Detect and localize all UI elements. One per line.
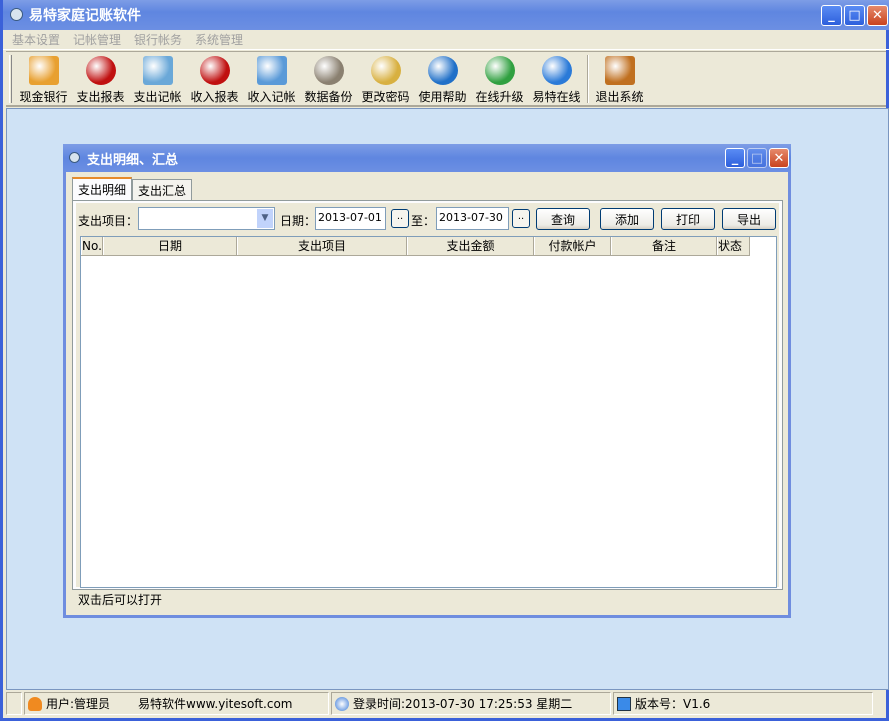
col-date[interactable]: 日期 <box>103 237 237 255</box>
toolbar-label: 使用帮助 <box>418 90 467 104</box>
user-icon <box>28 696 42 711</box>
online-upgrade-icon <box>484 56 515 85</box>
toolbar-button-income-report[interactable]: 收入报表 <box>186 52 243 105</box>
globe-icon <box>335 696 349 711</box>
menu-accounting[interactable]: 记帐管理 <box>73 31 121 48</box>
income-report-icon <box>199 56 230 85</box>
data-backup-icon <box>313 56 344 85</box>
menu-bar: 基本设置 记帐管理 银行帐务 系统管理 <box>3 30 889 50</box>
toolbar-label: 在线升级 <box>475 90 524 104</box>
col-no[interactable]: No. <box>81 237 103 255</box>
tab-panel: 支出项目： ▼ 日期： 2013-07-01 .. 至： 2013-07-30 … <box>72 200 783 590</box>
date-to-picker-button[interactable]: .. <box>512 209 530 228</box>
key-icon <box>370 56 401 85</box>
date-label: 日期： <box>280 213 317 228</box>
date-from-input[interactable]: 2013-07-01 <box>315 207 386 230</box>
query-button[interactable]: 查询 <box>536 208 590 230</box>
exit-icon <box>604 56 635 85</box>
col-amount[interactable]: 支出金额 <box>407 237 534 255</box>
expense-grid[interactable]: No. 日期 支出项目 支出金额 付款帐户 备注 状态 <box>80 236 777 588</box>
monitor-icon <box>617 696 631 711</box>
date-to-input[interactable]: 2013-07-30 <box>436 207 509 230</box>
help-icon <box>427 56 458 85</box>
expense-window: 支出明细、汇总 _ □ ✕ 支出明细 支出汇总 支出项目： ▼ 日期： 2013… <box>63 144 791 618</box>
toolbar: 现金银行 支出报表 支出记帐 收入报表 收入记帐 数据备份 更改密码 使用帮助 在线升级 易特在线… <box>6 51 886 107</box>
toolbar-label: 更改密码 <box>361 90 410 104</box>
to-label: 至： <box>411 213 436 228</box>
add-button[interactable]: 添加 <box>600 208 654 230</box>
chevron-down-icon[interactable]: ▼ <box>257 209 273 228</box>
child-maximize-button: □ <box>747 148 767 168</box>
mdi-area: 支出明细、汇总 _ □ ✕ 支出明细 支出汇总 支出项目： ▼ 日期： 2013… <box>6 108 889 690</box>
toolbar-label: 现金银行 <box>19 90 68 104</box>
toolbar-separator <box>587 55 589 103</box>
status-spacer <box>6 692 22 715</box>
income-entry-icon <box>256 56 287 85</box>
status-version: 版本号：V1.6 <box>635 697 711 711</box>
toolbar-label: 退出系统 <box>595 90 644 104</box>
main-window: 易特家庭记账软件 _ □ ✕ 基本设置 记帐管理 银行帐务 系统管理 现金银行支… <box>0 0 889 721</box>
toolbar-button-data-backup[interactable]: 数据备份 <box>300 52 357 105</box>
toolbar-button-cash-bank[interactable]: 现金银行 <box>15 52 72 105</box>
toolbar-button-expense-report[interactable]: 支出报表 <box>72 52 129 105</box>
tab-expense-detail[interactable]: 支出明细 <box>72 177 133 200</box>
toolbar-button-exit[interactable]: 退出系统 <box>591 52 648 105</box>
expense-report-icon <box>85 56 116 85</box>
status-company: 易特软件www.yitesoft.com <box>138 697 293 711</box>
print-button[interactable]: 打印 <box>661 208 715 230</box>
app-icon <box>10 8 23 21</box>
toolbar-grip[interactable] <box>9 55 12 103</box>
col-status[interactable]: 状态 <box>717 237 750 255</box>
status-login-time: 登录时间:2013-07-30 17:25:53 星期二 <box>353 697 573 711</box>
toolbar-label: 收入报表 <box>190 90 239 104</box>
minimize-button[interactable]: _ <box>821 5 842 26</box>
col-expense-item[interactable]: 支出项目 <box>237 237 407 255</box>
window-icon <box>69 152 80 163</box>
status-user: 用户:管理员 <box>46 697 111 711</box>
toolbar-label: 支出报表 <box>76 90 125 104</box>
toolbar-button-ie[interactable]: 易特在线 <box>528 52 585 105</box>
status-bar: 用户:管理员 易特软件www.yitesoft.com 登录时间:2013-07… <box>6 692 886 717</box>
expense-window-title-bar: 支出明细、汇总 _ □ ✕ <box>63 144 791 172</box>
toolbar-button-expense-entry[interactable]: 支出记帐 <box>129 52 186 105</box>
toolbar-button-income-entry[interactable]: 收入记帐 <box>243 52 300 105</box>
menu-bank[interactable]: 银行帐务 <box>134 31 182 48</box>
expense-item-select[interactable]: ▼ <box>138 207 275 230</box>
expense-entry-icon <box>142 56 173 85</box>
child-minimize-button[interactable]: _ <box>725 148 745 168</box>
toolbar-label: 易特在线 <box>532 90 581 104</box>
tab-expense-summary[interactable]: 支出汇总 <box>132 179 193 200</box>
date-from-picker-button[interactable]: .. <box>391 209 409 228</box>
close-button[interactable]: ✕ <box>867 5 888 26</box>
col-remark[interactable]: 备注 <box>611 237 717 255</box>
toolbar-button-help[interactable]: 使用帮助 <box>414 52 471 105</box>
ie-icon <box>541 56 572 85</box>
toolbar-label: 支出记帐 <box>133 90 182 104</box>
menu-basic-settings[interactable]: 基本设置 <box>12 31 60 48</box>
title-bar: 易特家庭记账软件 _ □ ✕ <box>3 0 889 30</box>
export-button[interactable]: 导出 <box>722 208 776 230</box>
grid-header: No. 日期 支出项目 支出金额 付款帐户 备注 状态 <box>81 237 750 256</box>
app-title: 易特家庭记账软件 <box>29 8 141 24</box>
col-account[interactable]: 付款帐户 <box>534 237 611 255</box>
cash-bank-icon <box>28 56 59 85</box>
window-title: 支出明细、汇总 <box>87 152 179 168</box>
toolbar-label: 收入记帐 <box>247 90 296 104</box>
child-close-button[interactable]: ✕ <box>769 148 789 168</box>
maximize-button[interactable]: □ <box>844 5 865 26</box>
toolbar-button-online-upgrade[interactable]: 在线升级 <box>471 52 528 105</box>
toolbar-button-key[interactable]: 更改密码 <box>357 52 414 105</box>
item-label: 支出项目： <box>78 213 139 228</box>
hint-text: 双击后可以打开 <box>78 593 163 607</box>
toolbar-label: 数据备份 <box>304 90 353 104</box>
menu-system[interactable]: 系统管理 <box>195 31 243 48</box>
